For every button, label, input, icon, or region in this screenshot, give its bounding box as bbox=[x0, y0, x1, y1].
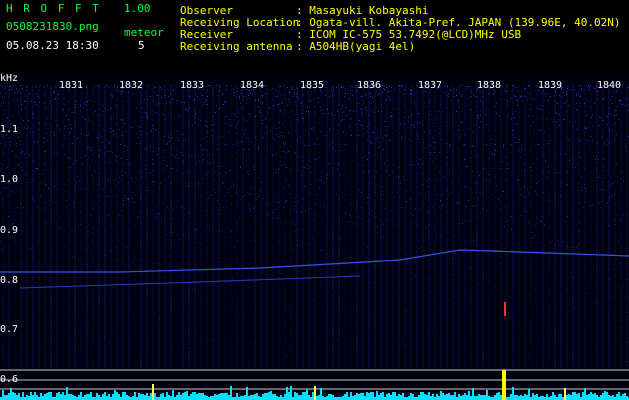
y-tick-label: 1.1 bbox=[0, 124, 19, 135]
spectrogram-plot bbox=[0, 75, 629, 400]
y-tick-label: 0.7 bbox=[0, 324, 19, 335]
y-tick-label: 0.6 bbox=[0, 374, 19, 385]
y-tick-label: 0.8 bbox=[0, 275, 19, 286]
meteor-signal-small-3 bbox=[564, 388, 566, 400]
y-tick-label: 0.9 bbox=[0, 225, 19, 236]
meteor-signal-spike bbox=[502, 370, 506, 400]
meteor-echo-marker bbox=[504, 302, 506, 316]
x-tick-label: 1835 bbox=[300, 80, 325, 91]
x-tick-label: 1834 bbox=[240, 80, 265, 91]
meteor-signal-small-2 bbox=[314, 386, 316, 400]
x-tick-label: 1831 bbox=[59, 80, 84, 91]
x-tick-label: 1836 bbox=[357, 80, 382, 91]
x-tick-label: 1833 bbox=[180, 80, 205, 91]
x-tick-label: 1840 bbox=[597, 80, 622, 91]
meteor-signal-small-1 bbox=[152, 384, 154, 400]
x-tick-label: 1838 bbox=[477, 80, 502, 91]
y-axis-unit: kHz bbox=[0, 73, 19, 84]
x-tick-label: 1837 bbox=[418, 80, 443, 91]
x-tick-label: 1839 bbox=[538, 80, 563, 91]
y-tick-label: 1.0 bbox=[0, 174, 19, 185]
x-tick-label: 1832 bbox=[119, 80, 144, 91]
